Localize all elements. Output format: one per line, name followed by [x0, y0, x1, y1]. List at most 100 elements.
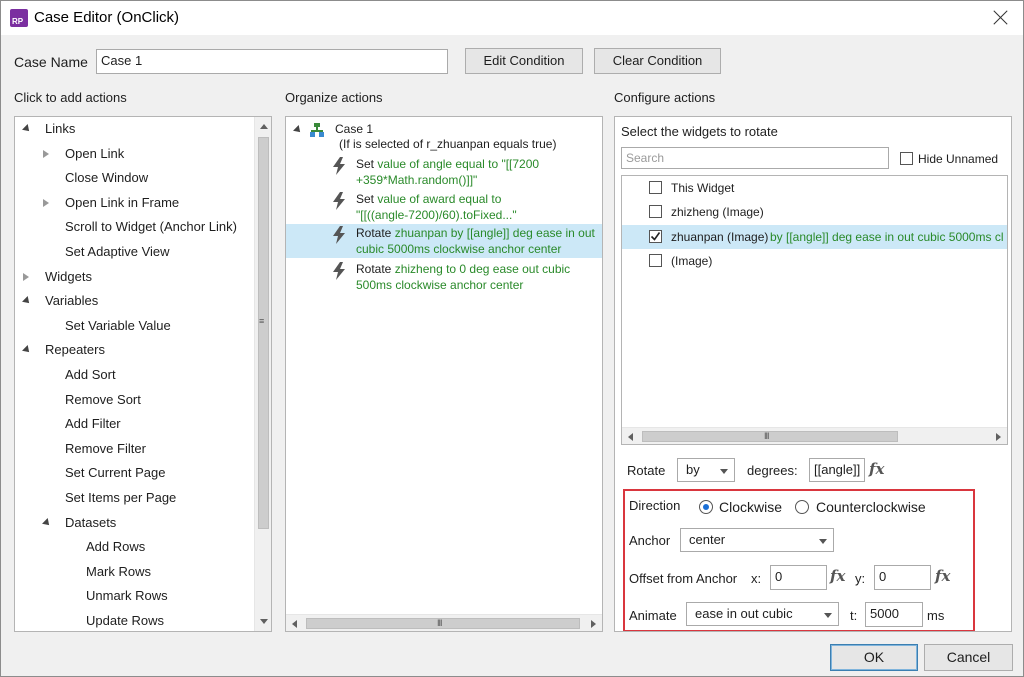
add-action-item[interactable]: Set Items per Page: [15, 486, 253, 510]
action-item[interactable]: Rotate zhuanpan by [[angle]] deg ease in…: [286, 224, 602, 258]
add-action-item[interactable]: Remove Filter: [15, 437, 253, 461]
widget-row[interactable]: zhizheng (Image): [622, 200, 1007, 224]
add-actions-tree: ≡ Links Open Link Close Window Open Link in…: [14, 116, 272, 632]
add-action-item[interactable]: Unmark Rows: [15, 584, 253, 608]
add-action-item[interactable]: Datasets: [15, 511, 253, 535]
add-actions-vscrollbar[interactable]: ≡: [254, 117, 271, 631]
widget-checkbox[interactable]: [649, 253, 662, 267]
add-action-item[interactable]: Remove Sort: [15, 388, 253, 412]
scroll-thumb[interactable]: [642, 431, 898, 442]
action-item[interactable]: Set value of angle equal to "[[7200 +359*…: [286, 155, 602, 189]
edit-condition-button[interactable]: Edit Condition: [465, 48, 583, 74]
widget-checkbox[interactable]: [649, 181, 662, 194]
add-action-item[interactable]: Add Rows: [15, 535, 253, 559]
chevron-down-icon: [819, 539, 827, 544]
action-item[interactable]: Set value of award equal to "[[((angle-72…: [286, 190, 602, 224]
add-action-item[interactable]: Links: [15, 117, 253, 141]
animate-select[interactable]: ease in out cubic: [686, 602, 839, 626]
scroll-down-icon[interactable]: [260, 619, 268, 624]
case-expand-icon[interactable]: [293, 125, 303, 135]
case-title[interactable]: Case 1: [335, 122, 373, 136]
collapsed-triangle-icon[interactable]: [43, 149, 49, 158]
anchor-select[interactable]: center: [680, 528, 834, 552]
degrees-label: degrees:: [747, 463, 798, 478]
close-icon[interactable]: [992, 8, 1010, 26]
scroll-thumb[interactable]: [258, 137, 269, 529]
add-action-item[interactable]: Widgets: [15, 265, 253, 289]
add-action-item[interactable]: Update Rows: [15, 609, 253, 631]
add-action-item[interactable]: Set Variable Value: [15, 314, 253, 338]
clockwise-radio[interactable]: [699, 500, 713, 514]
scroll-up-icon[interactable]: [260, 124, 268, 129]
add-action-item[interactable]: Mark Rows: [15, 560, 253, 584]
widget-checkbox[interactable]: [649, 229, 662, 243]
scroll-right-icon[interactable]: [591, 620, 596, 628]
add-action-item[interactable]: Scroll to Widget (Anchor Link): [15, 215, 253, 239]
widget-search-input[interactable]: Search: [621, 147, 889, 169]
expanded-triangle-icon[interactable]: [42, 517, 52, 528]
app-icon-text: RP: [12, 17, 24, 26]
rotate-mode-select[interactable]: by: [677, 458, 735, 482]
hide-unnamed-checkbox[interactable]: [900, 152, 913, 165]
scroll-left-icon[interactable]: [292, 620, 297, 628]
duration-input[interactable]: 5000: [865, 602, 923, 627]
add-action-label: Mark Rows: [86, 563, 152, 579]
lightning-icon: [333, 192, 345, 210]
add-action-label: Remove Sort: [65, 391, 141, 407]
action-item[interactable]: Rotate zhizheng to 0 deg ease out cubic 5…: [286, 260, 602, 294]
add-action-label: Open Link in Frame: [65, 194, 180, 210]
add-action-item[interactable]: Open Link in Frame: [15, 191, 253, 215]
add-action-item[interactable]: Add Filter: [15, 412, 253, 436]
chevron-down-icon: [824, 613, 832, 618]
offset-x-fx-icon[interactable]: fx: [830, 567, 845, 585]
counterclockwise-radio[interactable]: [795, 500, 809, 514]
scroll-thumb[interactable]: [306, 618, 580, 629]
anchor-label: Anchor: [629, 533, 671, 548]
lightning-icon: [333, 157, 345, 175]
widget-row[interactable]: (Image): [622, 249, 1007, 273]
degrees-input[interactable]: [[angle]]: [809, 458, 865, 482]
add-action-label: Set Variable Value: [65, 317, 171, 333]
organize-hscrollbar[interactable]: III: [286, 614, 602, 631]
window-title: Case Editor (OnClick): [34, 9, 180, 26]
expanded-triangle-icon[interactable]: [22, 345, 32, 356]
offset-label: Offset from Anchor: [629, 571, 738, 586]
lightning-icon: [333, 226, 345, 244]
widget-checkbox[interactable]: [649, 205, 662, 219]
widget-row[interactable]: zhuanpan (Image) by [[angle]] deg ease in…: [622, 224, 1007, 249]
add-action-label: Set Items per Page: [65, 490, 177, 505]
case-tree-icon: [310, 123, 324, 137]
add-action-item[interactable]: Set Adaptive View: [15, 240, 253, 264]
add-action-label: Add Filter: [65, 416, 121, 432]
widget-list-hscrollbar[interactable]: III: [622, 427, 1007, 444]
add-action-item[interactable]: Repeaters: [15, 338, 253, 362]
add-action-item[interactable]: Add Sort: [15, 363, 253, 387]
organize-actions-tree: Case 1 (If is selected of r_zhuanpan equ…: [285, 116, 603, 632]
add-action-item[interactable]: Close Window: [15, 166, 253, 190]
expanded-triangle-icon[interactable]: [22, 296, 32, 307]
collapsed-triangle-icon[interactable]: [43, 198, 49, 207]
expanded-triangle-icon[interactable]: [22, 124, 32, 134]
cancel-button[interactable]: Cancel: [924, 644, 1013, 671]
action-detail-line1: zhuanpan by [[angle]] deg ease in out: [394, 226, 595, 240]
ok-button[interactable]: OK: [830, 644, 918, 671]
degrees-fx-icon[interactable]: fx: [869, 460, 884, 478]
offset-y-input[interactable]: 0: [874, 565, 931, 590]
add-action-label: Close Window: [65, 170, 149, 186]
add-action-label: Remove Filter: [65, 440, 146, 456]
widget-row[interactable]: This Widget: [622, 176, 1007, 200]
add-action-label: Update Rows: [86, 613, 165, 628]
add-action-item[interactable]: Open Link: [15, 142, 253, 166]
case-name-input[interactable]: Case 1: [96, 49, 448, 74]
add-action-item[interactable]: Variables: [15, 289, 253, 313]
offset-x-input[interactable]: 0: [770, 565, 827, 590]
clear-condition-button[interactable]: Clear Condition: [594, 48, 721, 74]
add-action-item[interactable]: Set Current Page: [15, 461, 253, 485]
scroll-left-icon[interactable]: [628, 433, 633, 441]
clockwise-label: Clockwise: [719, 499, 783, 515]
offset-y-fx-icon[interactable]: fx: [935, 567, 950, 585]
collapsed-triangle-icon[interactable]: [23, 272, 29, 281]
action-text: Rotate zhuanpan by [[angle]] deg ease in…: [356, 225, 601, 257]
ms-label: ms: [927, 608, 945, 623]
scroll-right-icon[interactable]: [996, 433, 1001, 441]
